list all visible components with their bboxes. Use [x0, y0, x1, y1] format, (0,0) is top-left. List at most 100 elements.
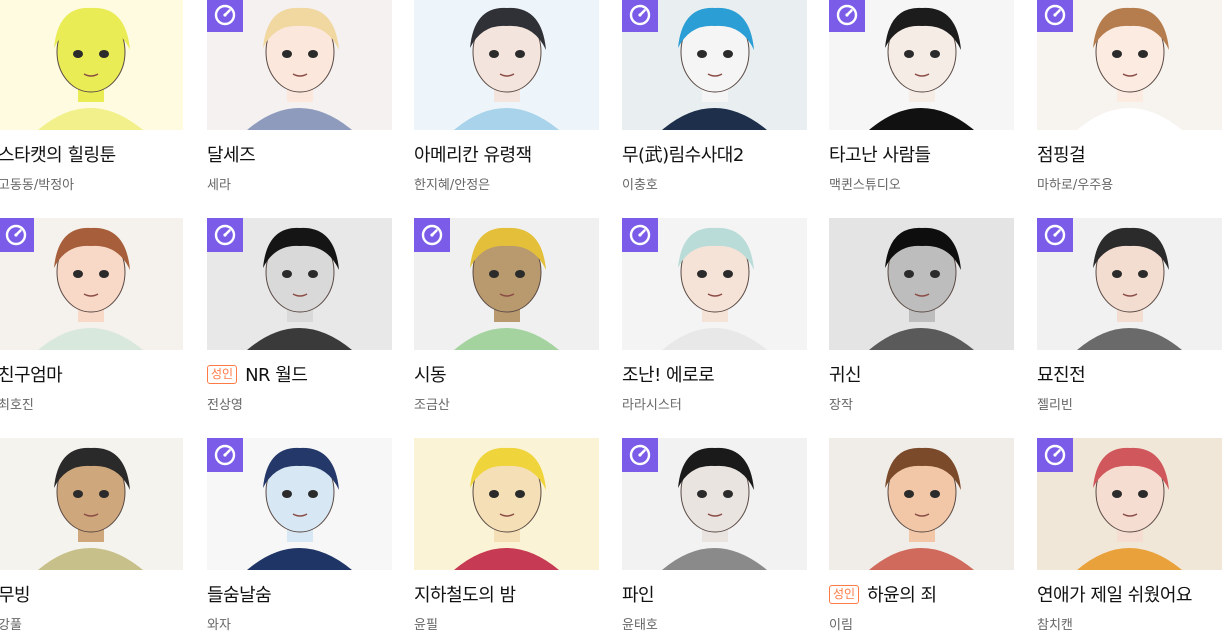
webtoon-title[interactable]: 무(武)림수사대2 — [622, 141, 744, 167]
clock-icon — [829, 0, 865, 32]
webtoon-card[interactable]: 점핑걸마하로/우주용 — [1037, 0, 1223, 208]
webtoon-title[interactable]: 달세즈 — [207, 141, 256, 167]
webtoon-title[interactable]: 조난! 에로로 — [622, 361, 715, 387]
webtoon-author: 강풀 — [0, 618, 22, 633]
webtoon-thumbnail[interactable] — [207, 0, 392, 130]
clock-icon — [622, 438, 658, 472]
clock-icon — [1037, 438, 1073, 472]
clock-icon — [1037, 218, 1073, 252]
webtoon-author: 세라 — [207, 178, 231, 193]
webtoon-title[interactable]: NR 월드 — [245, 361, 308, 387]
webtoon-title[interactable]: 무빙 — [0, 581, 31, 607]
webtoon-card[interactable]: 들숨날숨와자 — [207, 438, 393, 637]
webtoon-thumbnail[interactable] — [414, 438, 599, 570]
title-row: 아메리칸 유령잭 — [414, 141, 532, 167]
clock-icon — [207, 0, 243, 32]
webtoon-author: 와자 — [207, 618, 231, 633]
webtoon-thumbnail[interactable] — [0, 0, 183, 130]
clock-icon — [207, 218, 243, 252]
webtoon-author: 젤리빈 — [1037, 398, 1073, 413]
clock-icon — [0, 218, 34, 252]
webtoon-thumbnail[interactable] — [1037, 438, 1222, 570]
title-row: 친구엄마 — [0, 361, 63, 387]
webtoon-author: 최호진 — [0, 398, 34, 413]
webtoon-author: 전상영 — [207, 398, 243, 413]
webtoon-card[interactable]: 시동조금산 — [414, 218, 600, 428]
title-row: 점핑걸 — [1037, 141, 1086, 167]
webtoon-author: 라라시스터 — [622, 398, 682, 413]
webtoon-title[interactable]: 파인 — [622, 581, 655, 607]
webtoon-author: 장작 — [829, 398, 853, 413]
webtoon-card[interactable]: 스타캣의 힐링툰고동동/박정아 — [0, 0, 184, 208]
webtoon-title[interactable]: 친구엄마 — [0, 361, 63, 387]
webtoon-title[interactable]: 묘진전 — [1037, 361, 1086, 387]
title-row: 시동 — [414, 361, 447, 387]
webtoon-card[interactable]: 아메리칸 유령잭한지혜/안정은 — [414, 0, 600, 208]
clock-icon — [622, 0, 658, 32]
webtoon-card[interactable]: 친구엄마최호진 — [0, 218, 184, 428]
title-row: 무(武)림수사대2 — [622, 141, 744, 167]
webtoon-card[interactable]: 지하철도의 밤윤필 — [414, 438, 600, 637]
webtoon-grid: 스타캣의 힐링툰 고동동/박정아 달세즈 세라 아메리칸 유령잭 한지혜/안정은 무(武)림… — [0, 0, 1225, 637]
title-row: 귀신 — [829, 361, 862, 387]
webtoon-thumbnail[interactable] — [622, 0, 807, 130]
webtoon-author: 참치캔 — [1037, 618, 1073, 633]
webtoon-author: 고동동/박정아 — [0, 178, 75, 193]
title-row: 들숨날숨 — [207, 581, 272, 607]
title-row: 파인 — [622, 581, 655, 607]
webtoon-author: 맥퀸스튜디오 — [829, 178, 901, 193]
webtoon-thumbnail[interactable] — [1037, 0, 1222, 130]
webtoon-card[interactable]: 타고난 사람들맥퀸스튜디오 — [829, 0, 1015, 208]
webtoon-card[interactable]: 무(武)림수사대2 이충호 — [622, 0, 808, 208]
clock-icon — [1037, 0, 1073, 32]
webtoon-author: 윤필 — [414, 618, 438, 633]
webtoon-thumbnail[interactable] — [414, 0, 599, 130]
webtoon-card[interactable]: 달세즈세라 — [207, 0, 393, 208]
webtoon-thumbnail[interactable] — [829, 0, 1014, 130]
webtoon-author: 조금산 — [414, 398, 450, 413]
clock-icon — [414, 218, 450, 252]
webtoon-card[interactable]: 연애가 제일 쉬웠어요참치캔 — [1037, 438, 1223, 637]
webtoon-title[interactable]: 타고난 사람들 — [829, 141, 931, 167]
webtoon-thumbnail[interactable] — [1037, 218, 1222, 350]
title-row: 연애가 제일 쉬웠어요 — [1037, 581, 1192, 607]
webtoon-title[interactable]: 하윤의 죄 — [867, 581, 937, 607]
title-row: 스타캣의 힐링툰 — [0, 141, 116, 167]
webtoon-card[interactable]: 조난! 에로로라라시스터 — [622, 218, 808, 428]
title-row: 성인 하윤의 죄 — [829, 581, 937, 607]
webtoon-thumbnail[interactable] — [622, 438, 807, 570]
webtoon-title[interactable]: 지하철도의 밤 — [414, 581, 516, 607]
webtoon-card[interactable]: 묘진전젤리빈 — [1037, 218, 1223, 428]
webtoon-thumbnail[interactable] — [207, 218, 392, 350]
webtoon-card[interactable]: 무빙강풀 — [0, 438, 184, 637]
webtoon-thumbnail[interactable] — [0, 438, 183, 570]
webtoon-thumbnail[interactable] — [207, 438, 392, 570]
webtoon-author: 윤태호 — [622, 618, 658, 633]
webtoon-thumbnail[interactable] — [622, 218, 807, 350]
webtoon-title[interactable]: 들숨날숨 — [207, 581, 272, 607]
webtoon-author: 한지혜/안정은 — [414, 178, 491, 193]
adult-badge: 성인 — [829, 584, 860, 604]
webtoon-author: 이림 — [829, 618, 853, 633]
title-row: 달세즈 — [207, 141, 256, 167]
webtoon-title[interactable]: 아메리칸 유령잭 — [414, 141, 532, 167]
webtoon-card[interactable]: 귀신장작 — [829, 218, 1015, 428]
webtoon-card[interactable]: 성인 하윤의 죄이림 — [829, 438, 1015, 637]
webtoon-card[interactable]: 파인윤태호 — [622, 438, 808, 637]
webtoon-author: 마하로/우주용 — [1037, 178, 1114, 193]
webtoon-title[interactable]: 귀신 — [829, 361, 862, 387]
title-row: 지하철도의 밤 — [414, 581, 516, 607]
title-row: 성인 NR 월드 — [207, 361, 308, 387]
webtoon-title[interactable]: 점핑걸 — [1037, 141, 1086, 167]
webtoon-thumbnail[interactable] — [829, 438, 1014, 570]
title-row: 묘진전 — [1037, 361, 1086, 387]
webtoon-title[interactable]: 연애가 제일 쉬웠어요 — [1037, 581, 1192, 607]
webtoon-card[interactable]: 성인 NR 월드전상영 — [207, 218, 393, 428]
webtoon-thumbnail[interactable] — [414, 218, 599, 350]
webtoon-title[interactable]: 스타캣의 힐링툰 — [0, 141, 116, 167]
webtoon-title[interactable]: 시동 — [414, 361, 447, 387]
webtoon-thumbnail[interactable] — [829, 218, 1014, 350]
webtoon-author: 이충호 — [622, 178, 658, 193]
webtoon-thumbnail[interactable] — [0, 218, 183, 350]
title-row: 무빙 — [0, 581, 31, 607]
